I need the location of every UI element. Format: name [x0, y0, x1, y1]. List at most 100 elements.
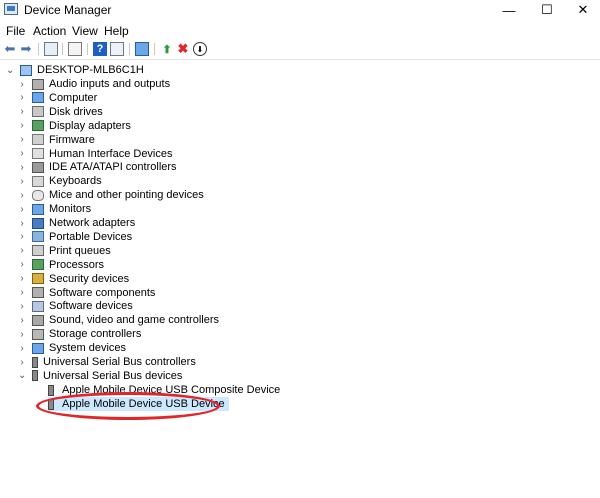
usb-device-label: Apple Mobile Device USB Composite Device: [62, 384, 281, 396]
tree-category[interactable]: › Monitors: [18, 202, 91, 216]
tree-category[interactable]: › Firmware: [18, 133, 95, 147]
tree-category[interactable]: › Mice and other pointing devices: [18, 188, 204, 202]
device-category-icon: [32, 148, 44, 159]
usb-connector-icon: [48, 384, 54, 396]
tree-root[interactable]: ⌄ DESKTOP-MLB6C1H: [6, 63, 144, 77]
update-driver-icon[interactable]: ⬇: [193, 42, 207, 56]
tree-category[interactable]: › Security devices: [18, 272, 129, 286]
computer-icon: [20, 64, 32, 76]
tree-category[interactable]: › Software devices: [18, 299, 133, 313]
tree-category-label: Sound, video and game controllers: [49, 314, 219, 327]
tree-category[interactable]: › Keyboards: [18, 174, 102, 188]
back-arrow-icon[interactable]: ⬅: [3, 41, 17, 56]
tree-category[interactable]: › Universal Serial Bus controllers: [18, 355, 196, 369]
add-driver-icon[interactable]: ⬆: [160, 42, 174, 56]
tree-category[interactable]: › System devices: [18, 341, 126, 355]
usb-device-item[interactable]: Apple Mobile Device USB Device: [48, 397, 229, 411]
tree-category[interactable]: › Computer: [18, 91, 97, 105]
usb-device-item[interactable]: Apple Mobile Device USB Composite Device: [48, 383, 284, 397]
chevron-right-icon[interactable]: ›: [18, 245, 26, 256]
chevron-right-icon[interactable]: ›: [18, 357, 26, 368]
tree-category[interactable]: › Display adapters: [18, 119, 131, 133]
chevron-right-icon[interactable]: ›: [18, 148, 26, 159]
device-category-icon: [32, 120, 44, 132]
tree-category-label: Universal Serial Bus devices: [43, 369, 183, 382]
chevron-right-icon[interactable]: ›: [18, 134, 26, 145]
chevron-right-icon[interactable]: ›: [18, 343, 26, 354]
tree-category[interactable]: › Portable Devices: [18, 230, 132, 244]
forward-arrow-icon[interactable]: ➡: [19, 41, 33, 56]
device-category-icon: [32, 161, 44, 173]
tree-category-label: Software devices: [49, 300, 133, 313]
chevron-right-icon[interactable]: ›: [18, 287, 26, 298]
chevron-right-icon[interactable]: ›: [18, 204, 26, 215]
device-category-icon: [32, 134, 44, 146]
tree-category-label: Keyboards: [49, 175, 102, 188]
chevron-right-icon[interactable]: ›: [18, 259, 26, 270]
chevron-right-icon[interactable]: ›: [18, 315, 26, 326]
tree-root-label: DESKTOP-MLB6C1H: [37, 64, 144, 76]
device-category-icon: [32, 106, 44, 118]
chevron-right-icon[interactable]: ›: [18, 231, 26, 242]
tree-category[interactable]: ⌄ Universal Serial Bus devices: [18, 369, 182, 383]
scan-hardware-monitor-icon[interactable]: [135, 42, 149, 56]
chevron-right-icon[interactable]: ›: [18, 79, 26, 90]
tree-category-label: Human Interface Devices: [49, 147, 173, 160]
device-category-icon: [32, 300, 44, 312]
tree-category[interactable]: › IDE ATA/ATAPI controllers: [18, 160, 177, 174]
device-category-icon: [32, 92, 44, 104]
vertical-scrollbar[interactable]: [593, 120, 600, 498]
tree-category-label: Disk drives: [49, 105, 103, 118]
help-icon[interactable]: ?: [93, 42, 107, 56]
tree-category-label: Display adapters: [49, 119, 131, 132]
device-category-icon: [32, 273, 44, 285]
tree-category-label: Audio inputs and outputs: [49, 78, 171, 90]
properties-icon[interactable]: [68, 42, 82, 56]
chevron-right-icon[interactable]: ›: [18, 120, 26, 131]
chevron-down-icon[interactable]: ⌄: [18, 370, 26, 381]
chevron-right-icon[interactable]: ›: [18, 329, 26, 340]
close-button[interactable]: ✕: [560, 0, 600, 20]
tree-category-label: Monitors: [49, 203, 92, 216]
device-tree: ⌄ DESKTOP-MLB6C1H › Audio inputs and outp…: [0, 60, 600, 438]
chevron-right-icon[interactable]: ›: [18, 162, 26, 173]
uninstall-device-icon[interactable]: ✖: [176, 41, 190, 56]
tree-category[interactable]: › Sound, video and game controllers: [18, 313, 219, 327]
menu-help[interactable]: Help: [104, 24, 129, 38]
tree-category[interactable]: › Software components: [18, 286, 155, 300]
tree-category-label: IDE ATA/ATAPI controllers: [49, 161, 177, 174]
tree-category[interactable]: › Network adapters: [18, 216, 135, 230]
title-bar: Device Manager — ☐ ✕: [0, 0, 600, 20]
tree-category-label: Universal Serial Bus controllers: [43, 356, 196, 368]
menu-bar: File Action View Help: [0, 20, 600, 40]
chevron-down-icon[interactable]: ⌄: [6, 65, 14, 76]
tree-category-label: Print queues: [49, 244, 111, 257]
usb-connector-icon: [48, 398, 54, 410]
toolbar-separator: [62, 43, 63, 55]
chevron-right-icon[interactable]: ›: [18, 106, 26, 117]
tree-category[interactable]: › Disk drives: [18, 105, 103, 119]
tree-category-label: Mice and other pointing devices: [49, 189, 204, 202]
tree-category[interactable]: › Audio inputs and outputs: [18, 77, 170, 91]
chevron-right-icon[interactable]: ›: [18, 273, 26, 284]
toolbar-separator: [129, 43, 130, 55]
chevron-right-icon[interactable]: ›: [18, 190, 26, 201]
device-manager-icon: [4, 3, 18, 15]
usb-device-label: Apple Mobile Device USB Device: [62, 398, 225, 410]
chevron-right-icon[interactable]: ›: [18, 301, 26, 312]
menu-view[interactable]: View: [72, 24, 98, 38]
action-pane-icon[interactable]: [110, 42, 124, 56]
menu-action[interactable]: Action: [33, 24, 66, 38]
chevron-right-icon[interactable]: ›: [18, 92, 26, 103]
tree-category[interactable]: › Processors: [18, 258, 104, 272]
device-category-icon: [32, 217, 44, 229]
chevron-right-icon[interactable]: ›: [18, 176, 26, 187]
tree-category-label: Firmware: [49, 133, 95, 146]
chevron-right-icon[interactable]: ›: [18, 218, 26, 229]
tree-category[interactable]: › Human Interface Devices: [18, 147, 173, 161]
tree-category[interactable]: › Print queues: [18, 244, 111, 258]
tree-category-label: Computer: [49, 91, 98, 104]
menu-file[interactable]: File: [6, 24, 25, 38]
tree-category[interactable]: › Storage controllers: [18, 327, 141, 341]
show-hide-console-tree-icon[interactable]: [44, 42, 58, 56]
